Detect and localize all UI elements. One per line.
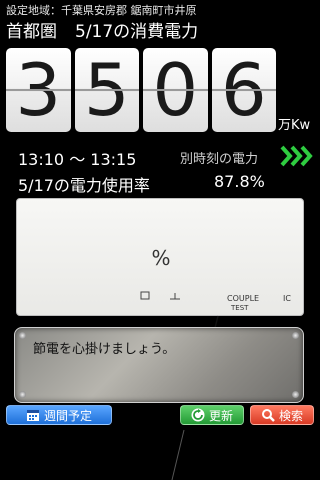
weekly-schedule-button[interactable]: 週間予定 — [6, 405, 112, 425]
meter-brand: COUPLE — [227, 294, 259, 303]
meter-percent-label: % — [151, 246, 170, 270]
rate-value: 87.8% — [214, 172, 265, 191]
calendar-icon — [26, 410, 39, 421]
meter-brand-ic: IC — [283, 294, 291, 303]
area-label: 首都圏 — [6, 22, 57, 42]
time-row: 13:10 〜 13:15 別時刻の電力 — [18, 144, 314, 169]
meter-gauge: 020406080100 % COUPLE TEST IC — [140, 246, 291, 312]
screw-icon — [19, 332, 26, 339]
counter-digit-4: 6 — [211, 48, 276, 132]
message-text: 節電を心掛けましょう。 — [33, 342, 176, 357]
weekly-schedule-label: 週間予定 — [43, 408, 92, 423]
refresh-icon — [191, 408, 205, 422]
usage-meter: 020406080100 % COUPLE TEST IC — [16, 198, 304, 316]
counter-digit-3: 0 — [143, 48, 208, 132]
counter-digit-1: 3 — [6, 48, 71, 132]
region-label: 設定地域：千葉県安房郡 鋸南町市井原 — [6, 4, 197, 17]
refresh-button[interactable]: 更新 — [180, 405, 244, 425]
usage-unit: 万Kw — [278, 118, 311, 133]
rate-label: 5/17の電力使用率 — [18, 176, 150, 195]
search-icon — [261, 409, 275, 422]
counter-digit-2: 5 — [74, 48, 139, 132]
meter-brand-sub: TEST — [230, 304, 249, 312]
refresh-label: 更新 — [208, 408, 233, 423]
chevron-right-icon[interactable] — [280, 144, 314, 168]
title-label: 5/17の消費電力 — [75, 22, 199, 42]
page-title: 首都圏 5/17の消費電力 — [6, 17, 198, 42]
search-label: 検索 — [278, 408, 303, 423]
power-counter: 3 5 0 6 — [6, 48, 276, 132]
message-panel: 節電を心掛けましょう。 — [14, 327, 304, 403]
meter-symbols — [140, 291, 180, 300]
other-time-link[interactable]: 別時刻の電力 — [180, 148, 258, 167]
screw-icon — [292, 332, 299, 339]
time-range: 13:10 〜 13:15 — [18, 150, 137, 169]
search-button[interactable]: 検索 — [250, 405, 314, 425]
screw-icon — [292, 391, 299, 398]
screw-icon — [19, 391, 26, 398]
rate-row: 5/17の電力使用率 87.8% — [18, 172, 314, 195]
